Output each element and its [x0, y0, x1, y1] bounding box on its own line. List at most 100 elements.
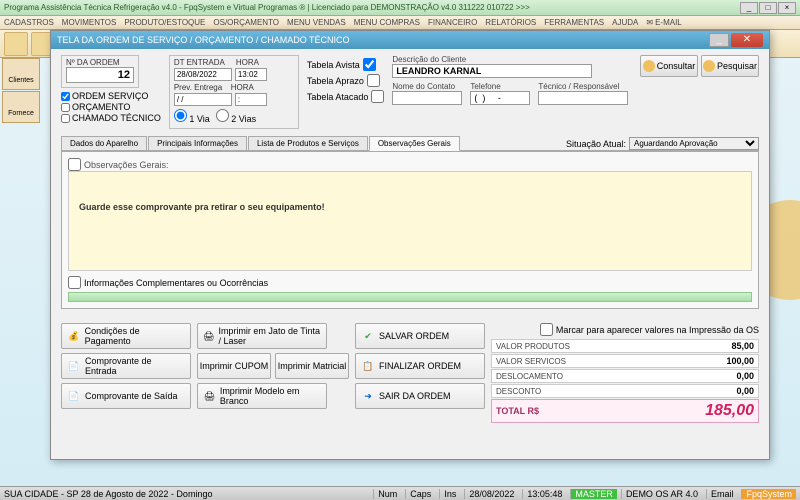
valor-desconto: 0,00 [736, 386, 754, 396]
num-ordem-group: Nº DA ORDEM [61, 55, 139, 88]
sb-data: 28/08/2022 [464, 489, 518, 499]
receipt-icon: 📄 [67, 359, 81, 373]
app-title: Programa Assistência Técnica Refrigeraçã… [4, 3, 740, 12]
toolbar-icon[interactable] [4, 32, 28, 56]
check-icon: ✔ [361, 329, 375, 343]
imprimir-jato-button[interactable]: 🖨Imprimir em Jato de Tinta / Laser [197, 323, 327, 349]
sb-cidade: SUA CIDADE - SP 28 de Agosto de 2022 - D… [4, 489, 212, 499]
sair-button[interactable]: ➜SAIR DA ORDEM [355, 383, 485, 409]
imprimir-cupom-button[interactable]: Imprimir CUPOM [197, 353, 271, 379]
dt-entrada-group: DT ENTRADA HORA Prev. Entrega HORA 1 Via… [169, 55, 299, 129]
menu-os[interactable]: OS/ORÇAMENTO [213, 18, 279, 27]
check-tabela-avista[interactable]: Tabela Avista [307, 58, 385, 71]
menu-relatorios[interactable]: RELATÓRIOS [485, 18, 536, 27]
search-icon [643, 60, 655, 72]
imprimir-matricial-button[interactable]: Imprimir Matricial [275, 353, 349, 379]
salvar-button[interactable]: ✔SALVAR ORDEM [355, 323, 485, 349]
radio-1via[interactable]: 1 Via [174, 109, 210, 124]
tecnico-input[interactable] [538, 91, 628, 105]
sidebar-clientes[interactable]: Clientes [2, 58, 40, 90]
menu-financeiro[interactable]: FINANCEIRO [428, 18, 477, 27]
hora-input[interactable] [235, 68, 267, 81]
menu-ajuda[interactable]: AJUDA [612, 18, 638, 27]
dialog-title-text: TELA DA ORDEM DE SERVIÇO / ORÇAMENTO / C… [57, 35, 709, 45]
tabela-group: Tabela Avista Tabela Aprazo Tabela Ataca… [307, 55, 385, 106]
dialog-minimize[interactable]: _ [709, 33, 729, 47]
menu-ferramentas[interactable]: FERRAMENTAS [544, 18, 604, 27]
sb-ins: Ins [439, 489, 460, 499]
tab-obs[interactable]: Observações Gerais [369, 136, 460, 151]
finalize-icon: 📋 [361, 359, 375, 373]
printer-icon: 🖨 [203, 389, 216, 403]
dialog-close[interactable]: ✕ [731, 33, 763, 47]
sb-hora: 13:05:48 [522, 489, 566, 499]
obs-panel: Observações Gerais: Guarde esse comprova… [61, 151, 759, 309]
comp-saida-button[interactable]: 📄Comprovante de Saída [61, 383, 191, 409]
info-comp-bar [68, 292, 752, 302]
radio-2vias[interactable]: 2 Vias [216, 109, 256, 124]
sb-fpq[interactable]: FpqSystem [741, 489, 796, 499]
statusbar: SUA CIDADE - SP 28 de Agosto de 2022 - D… [0, 486, 800, 500]
sb-num: Num [373, 489, 401, 499]
close-button[interactable]: × [778, 2, 796, 14]
menubar: CADASTROS MOVIMENTOS PRODUTO/ESTOQUE OS/… [0, 16, 800, 30]
payment-icon: 💰 [67, 329, 81, 343]
obs-textarea[interactable]: Guarde esse comprovante pra retirar o se… [68, 171, 752, 271]
sb-caps: Caps [405, 489, 435, 499]
sidebar: Clientes Fornece [2, 58, 40, 123]
check-chamado[interactable]: CHAMADO TÉCNICO [61, 113, 161, 123]
menu-compras[interactable]: MENU COMPRAS [354, 18, 420, 27]
minimize-button[interactable]: _ [740, 2, 758, 14]
check-tabela-aprazo[interactable]: Tabela Aprazo [307, 74, 385, 87]
dialog-titlebar: TELA DA ORDEM DE SERVIÇO / ORÇAMENTO / C… [51, 31, 769, 49]
prev-hora-input[interactable] [235, 93, 267, 106]
tab-dados[interactable]: Dados do Aparelho [61, 136, 147, 150]
check-orcamento[interactable]: ORÇAMENTO [61, 102, 161, 112]
os-dialog: TELA DA ORDEM DE SERVIÇO / ORÇAMENTO / C… [50, 30, 770, 460]
valor-produtos: 85,00 [731, 341, 754, 351]
menu-produto[interactable]: PRODUTO/ESTOQUE [124, 18, 205, 27]
exit-icon: ➜ [361, 389, 375, 403]
menu-email[interactable]: ✉ E-MAIL [646, 18, 681, 27]
sidebar-fornecedores[interactable]: Fornece [2, 91, 40, 123]
tab-principais[interactable]: Principais Informações [148, 136, 247, 150]
num-ordem-label: Nº DA ORDEM [66, 58, 134, 67]
search-icon [703, 60, 715, 72]
situacao-select[interactable]: Aguardando Aprovação [629, 137, 759, 150]
tabs: Dados do Aparelho Principais Informações… [61, 135, 759, 151]
receipt-icon: 📄 [67, 389, 81, 403]
printer-icon: 🖨 [203, 329, 214, 343]
check-tabela-atacado[interactable]: Tabela Atacado [307, 90, 385, 103]
menu-vendas[interactable]: MENU VENDAS [287, 18, 346, 27]
comp-entrada-button[interactable]: 📄Comprovante de Entrada [61, 353, 191, 379]
num-ordem-input[interactable] [66, 67, 134, 83]
window-controls: _ □ × [740, 2, 796, 14]
sb-master: MASTER [570, 489, 617, 499]
valor-total: 185,00 [705, 402, 754, 420]
dt-entrada-input[interactable] [174, 68, 232, 81]
sb-demo: DEMO OS AR 4.0 [621, 489, 702, 499]
finalizar-button[interactable]: 📋FINALIZAR ORDEM [355, 353, 485, 379]
info-comp-checkbox[interactable] [68, 276, 81, 289]
consultar-button[interactable]: Consultar [640, 55, 698, 77]
totals-panel: Marcar para aparecer valores na Impressã… [491, 323, 759, 423]
menu-movimentos[interactable]: MOVIMENTOS [62, 18, 117, 27]
imprimir-branco-button[interactable]: 🖨Imprimir Modelo em Branco [197, 383, 327, 409]
menu-cadastros[interactable]: CADASTROS [4, 18, 54, 27]
obs-checkbox[interactable] [68, 158, 81, 171]
pesquisar-button[interactable]: Pesquisar [701, 55, 759, 77]
app-titlebar: Programa Assistência Técnica Refrigeraçã… [0, 0, 800, 16]
maximize-button[interactable]: □ [759, 2, 777, 14]
marcar-checkbox[interactable] [540, 323, 553, 336]
valor-desloc: 0,00 [736, 371, 754, 381]
check-ordem-servico[interactable]: ORDEM SERVIÇO [61, 91, 161, 101]
sb-email[interactable]: Email [706, 489, 738, 499]
valor-servicos: 100,00 [726, 356, 754, 366]
contato-input[interactable] [392, 91, 462, 105]
prev-entrega-input[interactable] [174, 93, 232, 106]
cond-pagamento-button[interactable]: 💰Condições de Pagamento [61, 323, 191, 349]
tab-lista[interactable]: Lista de Produtos e Serviços [248, 136, 368, 150]
cliente-group: Descrição do Cliente Nome do Contato Tel… [392, 55, 632, 105]
cliente-input[interactable] [392, 64, 592, 78]
telefone-input[interactable] [470, 91, 530, 105]
